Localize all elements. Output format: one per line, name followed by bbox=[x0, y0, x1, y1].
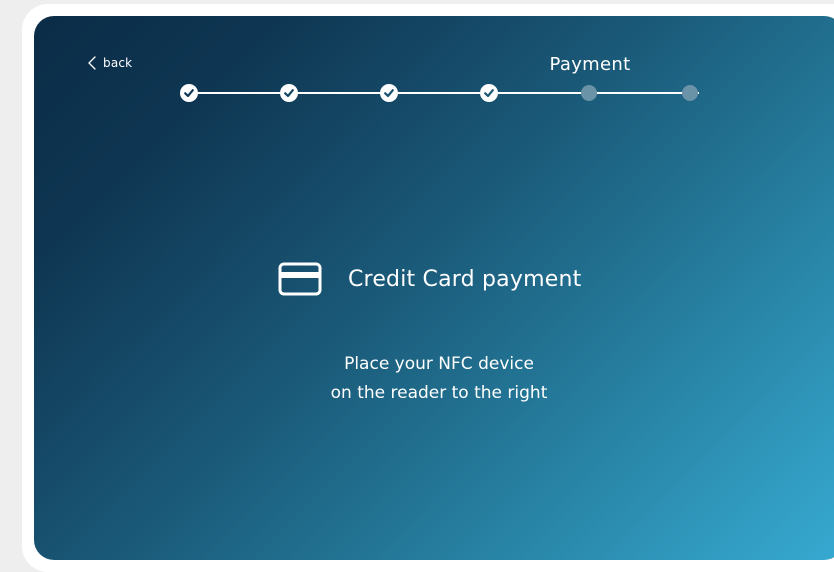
step-5-current bbox=[581, 85, 597, 101]
back-button[interactable]: back bbox=[88, 56, 132, 70]
step-6-pending bbox=[682, 85, 698, 101]
step-3-completed bbox=[380, 84, 398, 102]
nfc-instructions: Place your NFC device on the reader to t… bbox=[239, 350, 639, 408]
step-1-completed bbox=[180, 84, 198, 102]
instruction-line-2: on the reader to the right bbox=[330, 383, 548, 403]
credit-card-icon bbox=[278, 262, 322, 296]
payment-title: Credit Card payment bbox=[348, 266, 582, 292]
check-icon bbox=[184, 89, 194, 98]
check-icon bbox=[384, 89, 394, 98]
payment-method-heading: Credit Card payment bbox=[278, 262, 581, 296]
stepper-line bbox=[189, 92, 699, 94]
instruction-line-1: Place your NFC device bbox=[344, 354, 534, 374]
check-icon bbox=[484, 89, 494, 98]
chevron-left-icon bbox=[88, 56, 96, 70]
back-label: back bbox=[103, 56, 133, 70]
progress-stepper bbox=[180, 83, 710, 103]
payment-screen: back Payment Credit Card payment Place y… bbox=[34, 16, 834, 560]
step-2-completed bbox=[280, 84, 298, 102]
step-4-completed bbox=[480, 84, 498, 102]
check-icon bbox=[284, 89, 294, 98]
step-title: Payment bbox=[549, 54, 631, 75]
